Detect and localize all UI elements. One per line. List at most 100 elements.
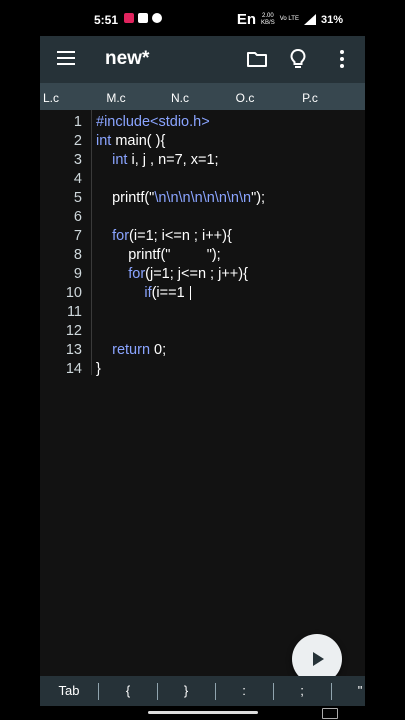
code-keyword: if <box>144 285 152 301</box>
line-code: printf("\n\n\n\n\n\n\n\n"); <box>96 189 265 208</box>
line-code: int main( ){ <box>96 132 165 151</box>
code-text: 0; <box>150 342 167 358</box>
key-separator <box>98 683 99 700</box>
line-number: 10 <box>65 285 82 301</box>
code-line[interactable]: 2 int main( ){ <box>40 132 365 151</box>
network-speed-value: 2.00 <box>262 12 274 19</box>
line-code: #include<stdio.h> <box>96 113 210 132</box>
code-text: i, j , n=7, x=1; <box>127 152 219 168</box>
key-tab[interactable]: Tab <box>50 676 88 706</box>
code-text: printf(" "); <box>96 247 221 263</box>
system-notification-icon <box>138 13 148 23</box>
key-open-brace[interactable]: { <box>110 676 146 706</box>
network-speed: 2.00 KB/S <box>261 13 275 27</box>
lightbulb-icon[interactable] <box>287 48 309 70</box>
code-keyword: for <box>128 266 146 282</box>
line-code: return 0; <box>96 341 166 360</box>
line-number: 6 <box>73 209 82 225</box>
line-code: int i, j , n=7, x=1; <box>96 151 219 170</box>
key-semicolon[interactable]: ; <box>284 676 320 706</box>
key-separator <box>273 683 274 700</box>
text-cursor <box>189 286 191 301</box>
line-number: 7 <box>73 228 82 244</box>
code-line[interactable]: 9 for(j=1; j<=n ; j++){ <box>40 265 365 284</box>
line-number: 2 <box>73 133 82 149</box>
key-colon[interactable]: : <box>226 676 262 706</box>
tab-m-c[interactable]: M.c <box>106 91 125 105</box>
line-code: for(i=1; i<=n ; i++){ <box>96 227 232 246</box>
line-number: 8 <box>73 247 82 263</box>
code-keyword: int <box>96 133 112 149</box>
app-notification-icon <box>124 13 134 23</box>
network-speed-unit: KB/S <box>261 19 275 26</box>
code-line[interactable]: 10 if(i==1 <box>40 284 365 303</box>
tab-n-c[interactable]: N.c <box>171 91 189 105</box>
code-line[interactable]: 4 <box>40 170 365 189</box>
battery-level: 31% <box>320 13 343 26</box>
code-keyword: #include<stdio.h> <box>96 114 210 130</box>
line-number: 1 <box>73 114 82 130</box>
code-text: } <box>96 361 101 377</box>
messenger-notification-icon <box>152 13 162 23</box>
code-text: (i==1 <box>151 285 189 301</box>
folder-icon[interactable] <box>246 48 268 70</box>
code-line[interactable]: 13 return 0; <box>40 341 365 360</box>
code-keyword: int <box>112 152 128 168</box>
code-text: "); <box>251 190 266 206</box>
code-line[interactable]: 11 <box>40 303 365 322</box>
system-nav-bar <box>40 706 365 720</box>
status-bar: 5:51 En 2.00 KB/S Vo LTE 31% <box>40 0 365 36</box>
keyboard-icon[interactable] <box>322 708 338 719</box>
phone-screen: 5:51 En 2.00 KB/S Vo LTE 31% new* L.c M.… <box>40 0 365 720</box>
line-number: 13 <box>65 342 82 358</box>
tab-l-c[interactable]: L.c <box>43 91 59 105</box>
key-separator <box>157 683 158 700</box>
code-line[interactable]: 7 for(i=1; i<=n ; i++){ <box>40 227 365 246</box>
line-code: if(i==1 <box>96 284 191 303</box>
status-right: En 2.00 KB/S Vo LTE 31% <box>237 11 343 28</box>
key-separator <box>215 683 216 700</box>
code-editor[interactable]: 1 #include<stdio.h> 2 int main( ){3 int i, … <box>40 110 365 675</box>
code-line[interactable]: 12 <box>40 322 365 341</box>
line-number: 14 <box>65 361 82 377</box>
app-toolbar: new* <box>40 36 365 83</box>
code-text: (i=1; i<=n ; i++){ <box>129 228 232 244</box>
key-close-brace[interactable]: } <box>168 676 204 706</box>
tab-o-c[interactable]: O.c <box>236 91 255 105</box>
notification-icons <box>124 13 162 23</box>
code-line[interactable]: 5 printf("\n\n\n\n\n\n\n\n"); <box>40 189 365 208</box>
play-icon <box>313 652 324 666</box>
line-code: printf(" "); <box>96 246 221 265</box>
code-line[interactable]: 3 int i, j , n=7, x=1; <box>40 151 365 170</box>
key-quote[interactable]: " <box>342 676 365 706</box>
code-keyword: for <box>112 228 130 244</box>
code-keyword: return <box>112 342 151 358</box>
line-code: } <box>96 360 101 379</box>
menu-icon[interactable] <box>57 51 75 65</box>
line-number: 11 <box>66 304 82 320</box>
code-line[interactable]: 6 <box>40 208 365 227</box>
volte-indicator: Vo LTE <box>279 16 299 22</box>
file-title: new* <box>105 48 150 69</box>
code-keyword: \n\n\n\n\n\n\n\n <box>154 190 252 206</box>
code-line[interactable]: 8 printf(" "); <box>40 246 365 265</box>
code-text: printf(" <box>96 190 155 206</box>
line-code: for(j=1; j<=n ; j++){ <box>96 265 248 284</box>
line-number: 3 <box>73 152 82 168</box>
code-line[interactable]: 1 #include<stdio.h> <box>40 113 365 132</box>
language-indicator: En <box>236 11 257 28</box>
more-options-icon[interactable] <box>331 48 353 70</box>
file-tabs: L.c M.c N.c O.c P.c <box>40 83 365 110</box>
home-gesture-pill[interactable] <box>148 711 258 714</box>
tab-p-c[interactable]: P.c <box>302 91 318 105</box>
code-line[interactable]: 14} <box>40 360 365 379</box>
code-text: main( ){ <box>111 133 166 149</box>
line-number: 12 <box>65 323 82 339</box>
code-text: (j=1; j<=n ; j++){ <box>145 266 248 282</box>
line-number: 5 <box>73 190 82 206</box>
